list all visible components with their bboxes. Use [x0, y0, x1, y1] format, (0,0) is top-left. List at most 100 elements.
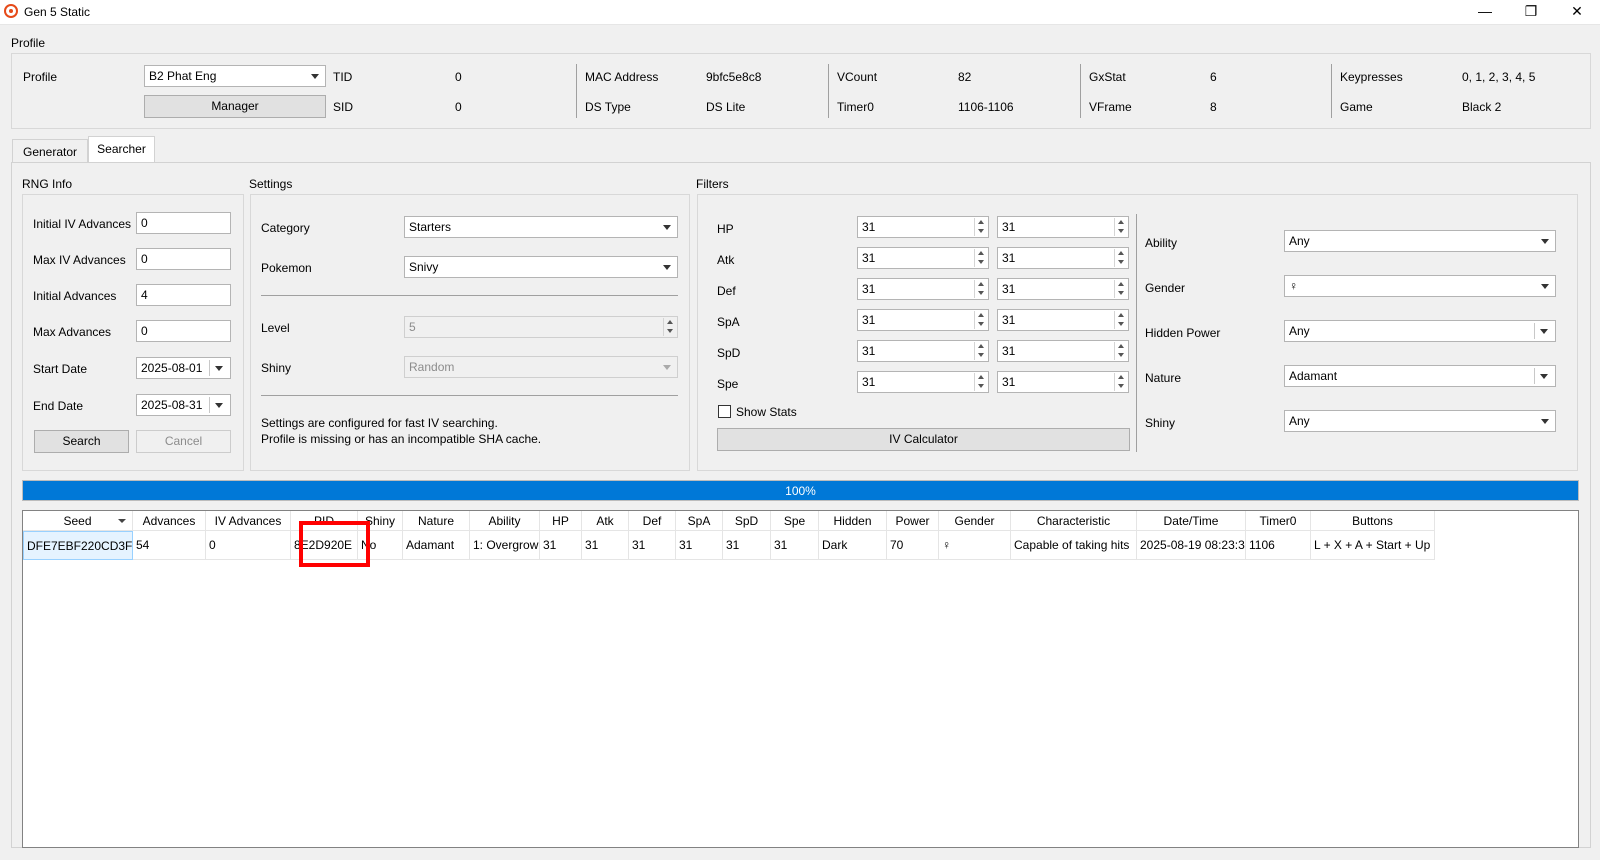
gender-select[interactable]: ♀	[1284, 275, 1556, 297]
shiny-setting-label: Shiny	[261, 361, 292, 375]
column-header-hidden[interactable]: Hidden	[819, 511, 887, 531]
cancel-button[interactable]: Cancel	[136, 430, 231, 453]
hp-min-spinbox[interactable]: 31	[857, 216, 989, 238]
keypresses-value: 0, 1, 2, 3, 4, 5	[1462, 70, 1536, 84]
pokemon-select[interactable]: Snivy	[404, 256, 678, 278]
table-cell-spd[interactable]: 31	[723, 531, 771, 560]
spin-down-icon	[1114, 258, 1127, 267]
table-cell-gender[interactable]: ♀	[939, 531, 1011, 560]
table-cell-nature[interactable]: Adamant	[403, 531, 470, 560]
table-cell-date-time[interactable]: 2025-08-19 08:23:37	[1137, 531, 1246, 560]
spe-min-spinbox[interactable]: 31	[857, 371, 989, 393]
hidden-power-select[interactable]: Any	[1284, 320, 1556, 342]
table-cell-hidden[interactable]: Dark	[819, 531, 887, 560]
spa-min-spinbox[interactable]: 31	[857, 309, 989, 331]
vcount-label: VCount	[837, 70, 878, 84]
hp-max-spinbox[interactable]: 31	[997, 216, 1129, 238]
show-stats-checkbox[interactable]	[718, 405, 731, 418]
table-cell-characteristic[interactable]: Capable of taking hits	[1011, 531, 1137, 560]
pokemon-value: Snivy	[409, 260, 439, 274]
shiny-filter-select[interactable]: Any	[1284, 410, 1556, 432]
column-header-buttons[interactable]: Buttons	[1311, 511, 1435, 531]
column-header-atk[interactable]: Atk	[582, 511, 629, 531]
spa-max-value: 31	[1002, 313, 1016, 327]
max-iv-input[interactable]: 0	[136, 248, 231, 270]
spin-up-icon	[974, 280, 987, 289]
column-header-seed[interactable]: Seed	[23, 511, 133, 531]
column-header-spd[interactable]: SpD	[723, 511, 771, 531]
spin-down-icon	[974, 227, 987, 236]
table-cell-spe[interactable]: 31	[771, 531, 819, 560]
column-header-power[interactable]: Power	[887, 511, 939, 531]
column-header-characteristic[interactable]: Characteristic	[1011, 511, 1137, 531]
results-table[interactable]: Seed Advances IV Advances PID Shiny Nature Abi…	[22, 510, 1579, 848]
column-header-hp[interactable]: HP	[540, 511, 582, 531]
column-header-timer0[interactable]: Timer0	[1246, 511, 1311, 531]
nature-select[interactable]: Adamant	[1284, 365, 1556, 387]
chevron-down-icon	[663, 265, 671, 270]
def-max-spinbox[interactable]: 31	[997, 278, 1129, 300]
spd-max-spinbox[interactable]: 31	[997, 340, 1129, 362]
def-min-spinbox[interactable]: 31	[857, 278, 989, 300]
manager-button[interactable]: Manager	[144, 95, 326, 118]
minimize-button[interactable]: —	[1462, 0, 1508, 24]
column-header-nature[interactable]: Nature	[403, 511, 470, 531]
atk-max-value: 31	[1002, 251, 1016, 265]
end-date-picker[interactable]: 2025-08-31	[136, 394, 231, 416]
table-cell-def[interactable]: 31	[629, 531, 676, 560]
profile-select[interactable]: B2 Phat Eng	[144, 65, 326, 87]
spd-min-value: 31	[862, 344, 876, 358]
category-select[interactable]: Starters	[404, 216, 678, 238]
spin-down-icon	[974, 258, 987, 267]
column-header-spa[interactable]: SpA	[676, 511, 723, 531]
table-cell-seed[interactable]: DFE7EBF220CD3FB3	[23, 531, 133, 560]
start-date-picker[interactable]: 2025-08-01	[136, 357, 231, 379]
atk-max-spinbox[interactable]: 31	[997, 247, 1129, 269]
spd-min-spinbox[interactable]: 31	[857, 340, 989, 362]
tab-generator[interactable]: Generator	[12, 139, 88, 163]
shiny-filter-value: Any	[1289, 414, 1310, 428]
initial-iv-input[interactable]: 0	[136, 212, 231, 234]
iv-calculator-button[interactable]: IV Calculator	[717, 428, 1130, 451]
sort-arrow-icon	[118, 519, 126, 523]
profile-group-label: Profile	[11, 36, 46, 50]
column-header-advances[interactable]: Advances	[133, 511, 206, 531]
atk-min-spinbox[interactable]: 31	[857, 247, 989, 269]
hidden-power-value: Any	[1289, 324, 1310, 338]
spin-up-icon	[1114, 373, 1127, 382]
table-cell-atk[interactable]: 31	[582, 531, 629, 560]
close-button[interactable]: ✕	[1554, 0, 1600, 24]
column-header-iv-advances[interactable]: IV Advances	[206, 511, 291, 531]
table-cell-ability[interactable]: 1: Overgrow	[470, 531, 540, 560]
level-spinbox[interactable]: 5	[404, 316, 678, 338]
tab-searcher[interactable]: Searcher	[88, 136, 155, 162]
search-button[interactable]: Search	[34, 430, 129, 453]
table-cell-buttons[interactable]: L + X + A + Start + Up	[1311, 531, 1435, 560]
column-header-spe[interactable]: Spe	[771, 511, 819, 531]
spin-up-icon	[1114, 280, 1127, 289]
chevron-down-icon	[215, 403, 223, 408]
table-cell-advances[interactable]: 54	[133, 531, 206, 560]
max-advances-input[interactable]: 0	[136, 320, 231, 342]
ability-select[interactable]: Any	[1284, 230, 1556, 252]
initial-advances-input[interactable]: 4	[136, 284, 231, 306]
spin-down-icon	[663, 327, 676, 336]
settings-note-1: Settings are configured for fast IV sear…	[261, 416, 498, 430]
gender-value: ♀	[1289, 279, 1298, 293]
maximize-button[interactable]: ❐	[1508, 0, 1554, 24]
spe-max-spinbox[interactable]: 31	[997, 371, 1129, 393]
game-value: Black 2	[1462, 100, 1502, 114]
table-cell-power[interactable]: 70	[887, 531, 939, 560]
column-header-ability[interactable]: Ability	[470, 511, 540, 531]
table-cell-spa[interactable]: 31	[676, 531, 723, 560]
column-header-gender[interactable]: Gender	[939, 511, 1011, 531]
table-cell-timer0[interactable]: 1106	[1246, 531, 1311, 560]
column-header-def[interactable]: Def	[629, 511, 676, 531]
shiny-setting-select[interactable]: Random	[404, 356, 678, 378]
spa-max-spinbox[interactable]: 31	[997, 309, 1129, 331]
spin-down-icon	[1114, 382, 1127, 391]
table-cell-iv-advances[interactable]: 0	[206, 531, 291, 560]
table-cell-hp[interactable]: 31	[540, 531, 582, 560]
pokemon-label: Pokemon	[261, 261, 312, 275]
column-header-date-time[interactable]: Date/Time	[1137, 511, 1246, 531]
